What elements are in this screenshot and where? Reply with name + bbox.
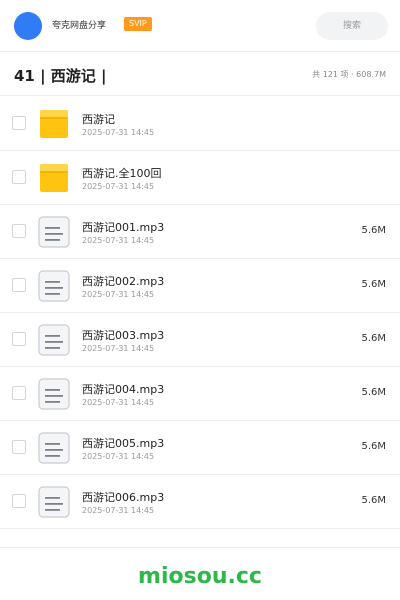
file-date: 2025-07-31 14:45	[82, 398, 155, 407]
file-name[interactable]: 西游记005.mp3	[82, 435, 164, 451]
audio-file-icon	[38, 324, 70, 356]
select-checkbox[interactable]	[12, 440, 26, 454]
file-date: 2025-07-31 14:45	[82, 290, 155, 299]
user-name[interactable]: 夸克网盘分享	[52, 18, 106, 31]
file-size: 5.6M	[361, 279, 386, 290]
file-name[interactable]: 西游记004.mp3	[82, 381, 164, 397]
file-name[interactable]: 西游记002.mp3	[82, 273, 164, 289]
select-checkbox[interactable]	[12, 224, 26, 238]
file-date: 2025-07-31 14:45	[82, 182, 155, 191]
file-name[interactable]: 西游记001.mp3	[82, 219, 164, 235]
file-name[interactable]: 西游记	[82, 111, 115, 127]
audio-file-icon	[38, 216, 70, 248]
select-checkbox[interactable]	[12, 494, 26, 508]
titlebar: 41 | 西游记 | 共 121 项 · 608.7M	[0, 52, 400, 96]
audio-file-icon	[38, 270, 70, 302]
search-input[interactable]: 搜索	[316, 12, 388, 40]
file-size: 5.6M	[361, 387, 386, 398]
file-list: 西游记 2025-07-31 14:45 西游记.全100回 2025-07-31 1…	[0, 97, 400, 529]
file-name[interactable]: 西游记006.mp3	[82, 489, 164, 505]
file-row[interactable]: 西游记001.mp3 2025-07-31 14:45 5.6M	[0, 205, 400, 259]
folder-icon	[38, 108, 70, 140]
file-size: 5.6M	[361, 333, 386, 344]
site-brand[interactable]: miosou.cc	[0, 564, 400, 589]
audio-file-icon	[38, 378, 70, 410]
file-size: 5.6M	[361, 225, 386, 236]
select-checkbox[interactable]	[12, 116, 26, 130]
file-row[interactable]: 西游记005.mp3 2025-07-31 14:45 5.6M	[0, 421, 400, 475]
file-row[interactable]: 西游记003.mp3 2025-07-31 14:45 5.6M	[0, 313, 400, 367]
file-row[interactable]: 西游记 2025-07-31 14:45	[0, 97, 400, 151]
header: 夸克网盘分享 SVIP 搜索	[0, 0, 400, 52]
audio-file-icon	[38, 486, 70, 518]
audio-file-icon	[38, 432, 70, 464]
select-checkbox[interactable]	[12, 332, 26, 346]
select-checkbox[interactable]	[12, 170, 26, 184]
file-size: 5.6M	[361, 441, 386, 452]
file-row[interactable]: 西游记004.mp3 2025-07-31 14:45 5.6M	[0, 367, 400, 421]
file-date: 2025-07-31 14:45	[82, 452, 155, 461]
svip-badge: SVIP	[124, 17, 152, 31]
folder-icon	[38, 162, 70, 194]
file-name[interactable]: 西游记.全100回	[82, 165, 162, 181]
select-checkbox[interactable]	[12, 386, 26, 400]
file-date: 2025-07-31 14:45	[82, 128, 155, 137]
file-date: 2025-07-31 14:45	[82, 344, 155, 353]
file-size: 5.6M	[361, 495, 386, 506]
file-row[interactable]: 西游记002.mp3 2025-07-31 14:45 5.6M	[0, 259, 400, 313]
file-name[interactable]: 西游记003.mp3	[82, 327, 164, 343]
file-date: 2025-07-31 14:45	[82, 236, 155, 245]
file-row[interactable]: 西游记006.mp3 2025-07-31 14:45 5.6M	[0, 475, 400, 529]
file-row[interactable]: 西游记.全100回 2025-07-31 14:45	[0, 151, 400, 205]
file-summary: 共 121 项 · 608.7M	[312, 70, 386, 79]
page-title: 41 | 西游记 |	[14, 67, 107, 85]
avatar[interactable]	[14, 12, 42, 40]
footer: miosou.cc	[0, 547, 400, 600]
select-checkbox[interactable]	[12, 278, 26, 292]
file-date: 2025-07-31 14:45	[82, 506, 155, 515]
